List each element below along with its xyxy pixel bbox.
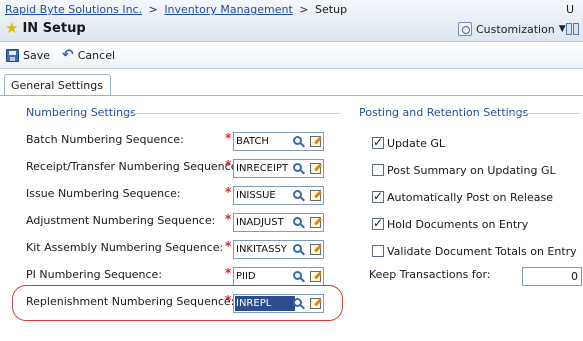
- breadcrumb-company-link[interactable]: Rapid Byte Solutions Inc.: [5, 3, 142, 16]
- cancel-icon: ↶: [62, 47, 74, 63]
- edit-pencil-icon[interactable]: [307, 161, 323, 176]
- edit-pencil-icon[interactable]: [307, 134, 323, 149]
- edit-pencil-icon[interactable]: [307, 215, 323, 230]
- kit-assembly-numbering-input[interactable]: [236, 242, 290, 257]
- adjustment-numbering-input[interactable]: [236, 215, 290, 230]
- receipt-transfer-numbering-input[interactable]: [236, 161, 290, 176]
- screen-title: ★ IN Setup: [5, 21, 86, 37]
- magnifier-icon[interactable]: [290, 134, 306, 149]
- toolbar: Save ↶ Cancel: [0, 43, 583, 69]
- update-gl-label: Update GL: [387, 137, 445, 150]
- magnifier-icon[interactable]: [290, 161, 306, 176]
- hold-documents-label: Hold Documents on Entry: [387, 218, 529, 231]
- post-summary-label: Post Summary on Updating GL: [387, 164, 556, 177]
- user-menu-stub[interactable]: U: [566, 3, 574, 16]
- tab-strip: General Settings: [4, 74, 111, 96]
- layout-icon[interactable]: [566, 22, 580, 36]
- pi-numbering-input[interactable]: [236, 269, 290, 284]
- cancel-label: Cancel: [77, 49, 116, 62]
- save-button[interactable]: Save: [6, 49, 50, 62]
- required-marker: *: [225, 185, 232, 199]
- update-gl-checkbox[interactable]: [372, 135, 384, 149]
- save-label: Save: [23, 49, 51, 62]
- magnifier-icon[interactable]: [290, 242, 306, 257]
- chevron-down-icon: ▼: [558, 24, 566, 34]
- breadcrumb-separator: >: [148, 3, 158, 16]
- section-title-numbering: Numbering Settings: [26, 106, 136, 119]
- required-marker: *: [225, 212, 232, 226]
- magnifier-icon[interactable]: [290, 269, 306, 284]
- customization-menu[interactable]: Customization ▼: [458, 22, 566, 36]
- required-marker: *: [225, 266, 232, 280]
- pi-numbering-field: [233, 267, 324, 286]
- magnifier-icon[interactable]: [290, 296, 306, 311]
- issue-numbering-field: [233, 186, 324, 205]
- validate-document-totals-checkbox[interactable]: [372, 245, 384, 257]
- magnifier-icon[interactable]: [290, 188, 306, 203]
- auto-post-on-release-checkbox[interactable]: [372, 189, 384, 203]
- replenishment-numbering-input[interactable]: [235, 296, 295, 311]
- star-icon[interactable]: ★: [5, 21, 18, 36]
- required-marker: *: [225, 239, 232, 253]
- edit-pencil-icon[interactable]: [307, 242, 323, 257]
- field-label-receipt-transfer: Receipt/Transfer Numbering Sequence:: [26, 160, 242, 173]
- keep-transactions-input[interactable]: [523, 268, 581, 285]
- edit-pencil-icon[interactable]: [307, 188, 323, 203]
- cancel-button[interactable]: ↶ Cancel: [62, 47, 116, 63]
- section-divider: [510, 113, 580, 114]
- customization-icon: [458, 22, 472, 36]
- magnifier-icon[interactable]: [290, 215, 306, 230]
- title-bar: Rapid Byte Solutions Inc. > Inventory Ma…: [0, 0, 583, 42]
- tab-general-settings[interactable]: General Settings: [4, 74, 111, 96]
- auto-post-on-release-label: Automatically Post on Release: [387, 191, 553, 204]
- batch-numbering-input[interactable]: [236, 134, 290, 149]
- field-label-batch: Batch Numbering Sequence:: [26, 133, 184, 146]
- adjustment-numbering-field: [233, 213, 324, 232]
- required-marker: *: [225, 158, 232, 172]
- issue-numbering-input[interactable]: [236, 188, 290, 203]
- post-summary-checkbox[interactable]: [372, 164, 384, 176]
- receipt-transfer-numbering-field: [233, 159, 324, 178]
- keep-transactions-field: [522, 267, 582, 286]
- breadcrumb-module-link[interactable]: Inventory Management: [164, 3, 293, 16]
- page-title: IN Setup: [22, 21, 86, 36]
- breadcrumb-current: Setup: [315, 3, 348, 16]
- section-divider: [125, 113, 340, 114]
- edit-pencil-icon[interactable]: [307, 296, 323, 311]
- required-marker: *: [225, 131, 232, 145]
- keep-transactions-label: Keep Transactions for:: [369, 268, 491, 281]
- field-label-pi: PI Numbering Sequence:: [26, 268, 163, 281]
- validate-document-totals-label: Validate Document Totals on Entry: [387, 245, 577, 258]
- required-marker: *: [225, 293, 232, 307]
- edit-pencil-icon[interactable]: [307, 269, 323, 284]
- batch-numbering-field: [233, 132, 324, 151]
- field-label-kit-assembly: Kit Assembly Numbering Sequence:: [26, 241, 224, 254]
- customization-label: Customization: [476, 22, 555, 36]
- replenishment-numbering-field: [233, 294, 324, 313]
- kit-assembly-numbering-field: [233, 240, 324, 259]
- section-title-posting: Posting and Retention Settings: [359, 106, 529, 119]
- field-label-issue: Issue Numbering Sequence:: [26, 187, 181, 200]
- field-label-adjustment: Adjustment Numbering Sequence:: [26, 214, 216, 227]
- save-icon: [6, 49, 19, 62]
- field-label-replenishment: Replenishment Numbering Sequence:: [26, 295, 235, 308]
- breadcrumb-separator: >: [299, 3, 309, 16]
- breadcrumb: Rapid Byte Solutions Inc. > Inventory Ma…: [5, 3, 347, 16]
- hold-documents-checkbox[interactable]: [372, 216, 384, 230]
